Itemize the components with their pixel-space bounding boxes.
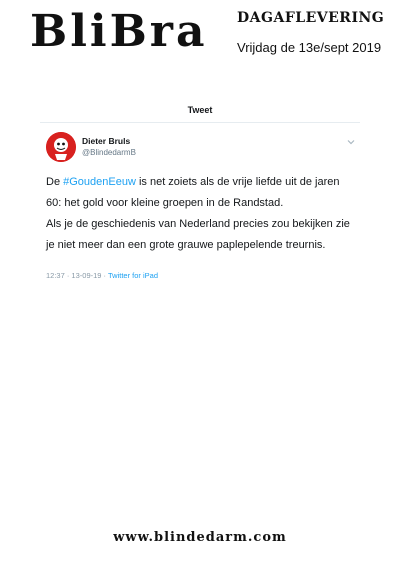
- author-handle[interactable]: @BlindedarmB: [82, 148, 136, 157]
- author-name[interactable]: Dieter Bruls: [82, 136, 130, 146]
- chevron-down-icon[interactable]: [346, 137, 356, 147]
- tweet-meta: 12:37 · 13-09-19 · Twitter for iPad: [46, 271, 158, 280]
- avatar-icon: [46, 132, 76, 162]
- hashtag-link[interactable]: #GoudenEeuw: [63, 176, 136, 188]
- tweet-source-link[interactable]: Twitter for iPad: [108, 271, 158, 280]
- header-divider: [40, 122, 360, 123]
- tweet-header: Tweet: [187, 105, 213, 115]
- tweet-timestamp[interactable]: 12:37 · 13-09-19 ·: [46, 271, 108, 280]
- edition-label: DAGAFLEVERING: [237, 10, 385, 26]
- footer-url[interactable]: www.blindedarm.com: [0, 530, 400, 545]
- brand-logo: BliBra: [30, 6, 208, 57]
- tweet-text-lead: De: [46, 176, 64, 188]
- tweet-text-paragraph-1: De #GoudenEeuw is net zoiets als de vrij…: [46, 172, 356, 214]
- avatar[interactable]: [46, 132, 76, 162]
- tweet-text-paragraph-2: Als je de geschiedenis van Nederland pre…: [46, 218, 350, 251]
- edition-date: Vrijdag de 13e/sept 2019: [237, 40, 382, 55]
